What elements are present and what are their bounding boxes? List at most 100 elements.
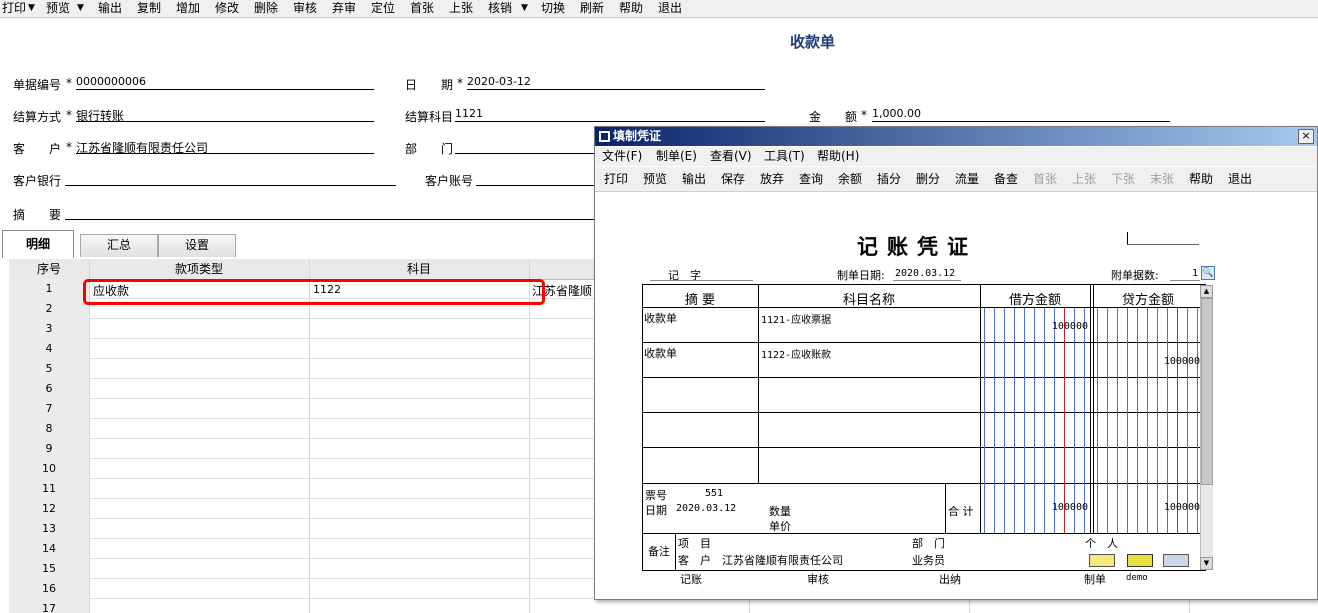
audit-button[interactable]: 审核 — [293, 0, 317, 17]
search-icon[interactable]: 🔍 — [1201, 266, 1215, 280]
entry1-summary[interactable]: 收款单 — [644, 310, 677, 326]
scroll-down-icon[interactable]: ▼ — [1200, 557, 1213, 570]
voucher-type-field[interactable] — [650, 280, 753, 281]
v-prev-button[interactable]: 上张 — [1072, 167, 1096, 191]
edit-button[interactable]: 修改 — [215, 0, 239, 17]
refresh-button[interactable]: 刷新 — [580, 0, 604, 17]
entry2-subject[interactable]: 1122-应收账款 — [761, 346, 831, 361]
entry2-summary[interactable]: 收款单 — [644, 345, 677, 361]
col-subject[interactable]: 科目 — [309, 259, 529, 279]
v-last-button[interactable]: 末张 — [1150, 167, 1174, 191]
scroll-up-icon[interactable]: ▲ — [1200, 285, 1213, 298]
export-button[interactable]: 输出 — [98, 0, 122, 17]
doc-no-field[interactable]: 0000000006 — [76, 75, 146, 88]
v-next-button[interactable]: 下张 — [1111, 167, 1135, 191]
row-number[interactable]: 4 — [9, 339, 89, 360]
v-save-button[interactable]: 保存 — [721, 167, 745, 191]
v-cashflow-button[interactable]: 流量 — [955, 167, 979, 191]
customer-value[interactable]: 江苏省隆顺有限责任公司 — [722, 552, 843, 568]
tab-detail[interactable]: 明细 — [2, 230, 74, 258]
help-button[interactable]: 帮助 — [619, 0, 643, 17]
v-exit-button[interactable]: 退出 — [1228, 167, 1252, 191]
preview-dropdown-icon[interactable]: ▼ — [77, 0, 84, 17]
scrollbar-thumb[interactable] — [1201, 298, 1213, 485]
locate-button[interactable]: 定位 — [371, 0, 395, 17]
attach-count[interactable]: 1 — [1192, 268, 1198, 279]
unaudit-button[interactable]: 弃审 — [332, 0, 356, 17]
row-number[interactable]: 17 — [9, 599, 89, 613]
row-number[interactable]: 3 — [9, 319, 89, 340]
row-number[interactable]: 2 — [9, 299, 89, 320]
date2-value[interactable]: 2020.03.12 — [676, 503, 736, 514]
amount-field[interactable]: 1,000.00 — [872, 107, 921, 120]
row-number[interactable]: 7 — [9, 399, 89, 420]
v-insert-line-button[interactable]: 插分 — [877, 167, 901, 191]
tab-settings[interactable]: 设置 — [158, 234, 236, 257]
col-seq[interactable]: 序号 — [9, 259, 89, 279]
row-number[interactable]: 5 — [9, 359, 89, 380]
v-print-button[interactable]: 打印 — [604, 167, 628, 191]
print-button[interactable]: 打印 — [2, 0, 26, 17]
switch-button[interactable]: 切换 — [541, 0, 565, 17]
required-mark: * — [66, 108, 72, 122]
date-field[interactable]: 2020-03-12 — [467, 75, 531, 88]
print-dropdown-icon[interactable]: ▼ — [28, 0, 35, 17]
preview-button[interactable]: 预览 — [46, 0, 70, 17]
row-number[interactable]: 9 — [9, 439, 89, 460]
chart-icon[interactable] — [1163, 554, 1189, 567]
summary-field[interactable] — [65, 219, 595, 220]
menu-file[interactable]: 文件(F) — [602, 147, 642, 166]
delete-button[interactable]: 删除 — [254, 0, 278, 17]
card-icon[interactable] — [1089, 554, 1115, 567]
number-box-line[interactable] — [1127, 244, 1199, 245]
customer-label-2: 户 — [49, 142, 62, 156]
v-discard-button[interactable]: 放弃 — [760, 167, 784, 191]
prev-button[interactable]: 上张 — [449, 0, 473, 17]
row-number[interactable]: 10 — [9, 459, 89, 480]
menu-tools[interactable]: 工具(T) — [764, 147, 805, 166]
row-number[interactable]: 12 — [9, 499, 89, 520]
v-memo-button[interactable]: 备查 — [994, 167, 1018, 191]
row-number[interactable]: 11 — [9, 479, 89, 500]
cust-bank-field[interactable] — [65, 185, 396, 186]
keyboard-icon[interactable] — [1127, 554, 1153, 567]
entry1-subject[interactable]: 1121-应收票据 — [761, 311, 831, 326]
entry2-credit[interactable]: 100000 — [1137, 356, 1200, 367]
row-number[interactable]: 1 — [9, 279, 89, 300]
copy-button[interactable]: 复制 — [137, 0, 161, 17]
customer-label-1: 客 — [13, 142, 26, 156]
v-preview-button[interactable]: 预览 — [643, 167, 667, 191]
v-balance-button[interactable]: 余额 — [838, 167, 862, 191]
menu-help[interactable]: 帮助(H) — [817, 147, 859, 166]
cust-account-field[interactable] — [476, 185, 595, 186]
menu-view[interactable]: 查看(V) — [710, 147, 752, 166]
add-button[interactable]: 增加 — [176, 0, 200, 17]
row-number[interactable]: 6 — [9, 379, 89, 400]
v-delete-line-button[interactable]: 删分 — [916, 167, 940, 191]
v-query-button[interactable]: 查询 — [799, 167, 823, 191]
entry1-debit[interactable]: 100000 — [1025, 321, 1088, 332]
v-export-button[interactable]: 输出 — [682, 167, 706, 191]
writeoff-button[interactable]: 核销 — [488, 0, 512, 17]
row-number[interactable]: 15 — [9, 559, 89, 580]
writeoff-dropdown-icon[interactable]: ▼ — [521, 0, 528, 17]
v-help-button[interactable]: 帮助 — [1189, 167, 1213, 191]
tab-summary[interactable]: 汇总 — [80, 234, 158, 257]
row-number[interactable]: 16 — [9, 579, 89, 600]
window-titlebar[interactable]: 填制凭证 × — [595, 127, 1317, 146]
row-number[interactable]: 8 — [9, 419, 89, 440]
first-button[interactable]: 首张 — [410, 0, 434, 17]
main-toolbar: 打印 ▼ 预览 ▼ 输出 复制 增加 修改 删除 审核 弃审 定位 首张 上张 … — [0, 0, 1318, 18]
settle-account-field[interactable]: 1121 — [455, 107, 483, 120]
col-type[interactable]: 款项类型 — [89, 259, 309, 279]
close-icon[interactable]: × — [1298, 129, 1314, 144]
row-number[interactable]: 13 — [9, 519, 89, 540]
ticket-no[interactable]: 551 — [705, 488, 723, 499]
exit-button[interactable]: 退出 — [658, 0, 682, 17]
row-number[interactable]: 14 — [9, 539, 89, 560]
menu-make[interactable]: 制单(E) — [656, 147, 697, 166]
project-label: 项 目 — [678, 537, 711, 550]
dept-underline[interactable] — [455, 153, 595, 154]
make-date-value[interactable]: 2020.03.12 — [895, 268, 955, 279]
v-first-button[interactable]: 首张 — [1033, 167, 1057, 191]
